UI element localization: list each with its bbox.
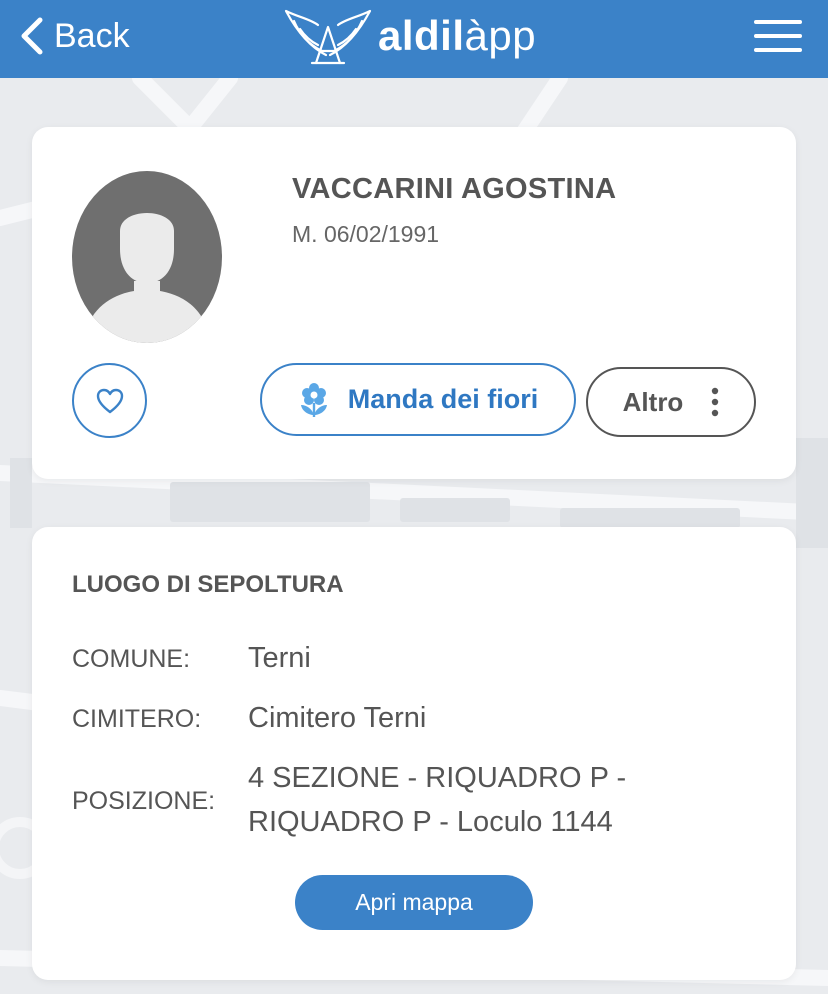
more-options-label: Altro <box>622 386 684 417</box>
death-date: M. 06/02/1991 <box>292 221 440 247</box>
logo-text: aldilàpp <box>378 12 536 60</box>
favorite-button[interactable] <box>72 363 147 438</box>
section-title: LUOGO DI SEPOLTURA <box>72 571 344 598</box>
top-bar: Back aldilàpp <box>0 0 828 78</box>
vertical-dots-icon <box>712 387 719 417</box>
menu-line <box>754 34 802 38</box>
back-label: Back <box>54 16 130 55</box>
back-button[interactable]: Back <box>18 14 130 58</box>
heart-icon <box>96 388 123 413</box>
comune-value: Terni <box>248 642 311 674</box>
logo-text-bold: aldil <box>378 12 465 59</box>
posizione-value-line2: RIQUADRO P - Loculo 1144 <box>248 806 613 838</box>
comune-label: COMUNE: <box>72 645 191 673</box>
cimitero-label: CIMITERO: <box>72 705 202 733</box>
hamburger-menu-icon[interactable] <box>754 20 802 52</box>
send-flowers-label: Manda dei fiori <box>347 384 539 414</box>
send-flowers-button[interactable]: Manda dei fiori <box>260 363 576 436</box>
burial-place-card: LUOGO DI SEPOLTURA COMUNE: Terni CIMITER… <box>32 527 796 980</box>
menu-line <box>754 48 802 52</box>
angel-wings-logo-icon <box>284 9 372 65</box>
chevron-left-icon <box>21 17 43 55</box>
avatar <box>72 171 222 343</box>
cimitero-value: Cimitero Terni <box>248 702 427 734</box>
posizione-value-line1: 4 SEZIONE - RIQUADRO P - <box>248 762 627 794</box>
open-map-button[interactable]: Apri mappa <box>295 875 533 930</box>
profile-card: VACCARINI AGOSTINA M. 06/02/1991 Manda d… <box>32 127 796 479</box>
flower-icon <box>300 382 327 417</box>
deceased-name: VACCARINI AGOSTINA <box>292 173 617 205</box>
more-options-button[interactable]: Altro <box>586 367 756 437</box>
posizione-label: POSIZIONE: <box>72 787 216 815</box>
logo-text-rest: àpp <box>464 12 537 59</box>
app-logo: aldilàpp <box>282 4 536 68</box>
menu-line <box>754 20 802 24</box>
